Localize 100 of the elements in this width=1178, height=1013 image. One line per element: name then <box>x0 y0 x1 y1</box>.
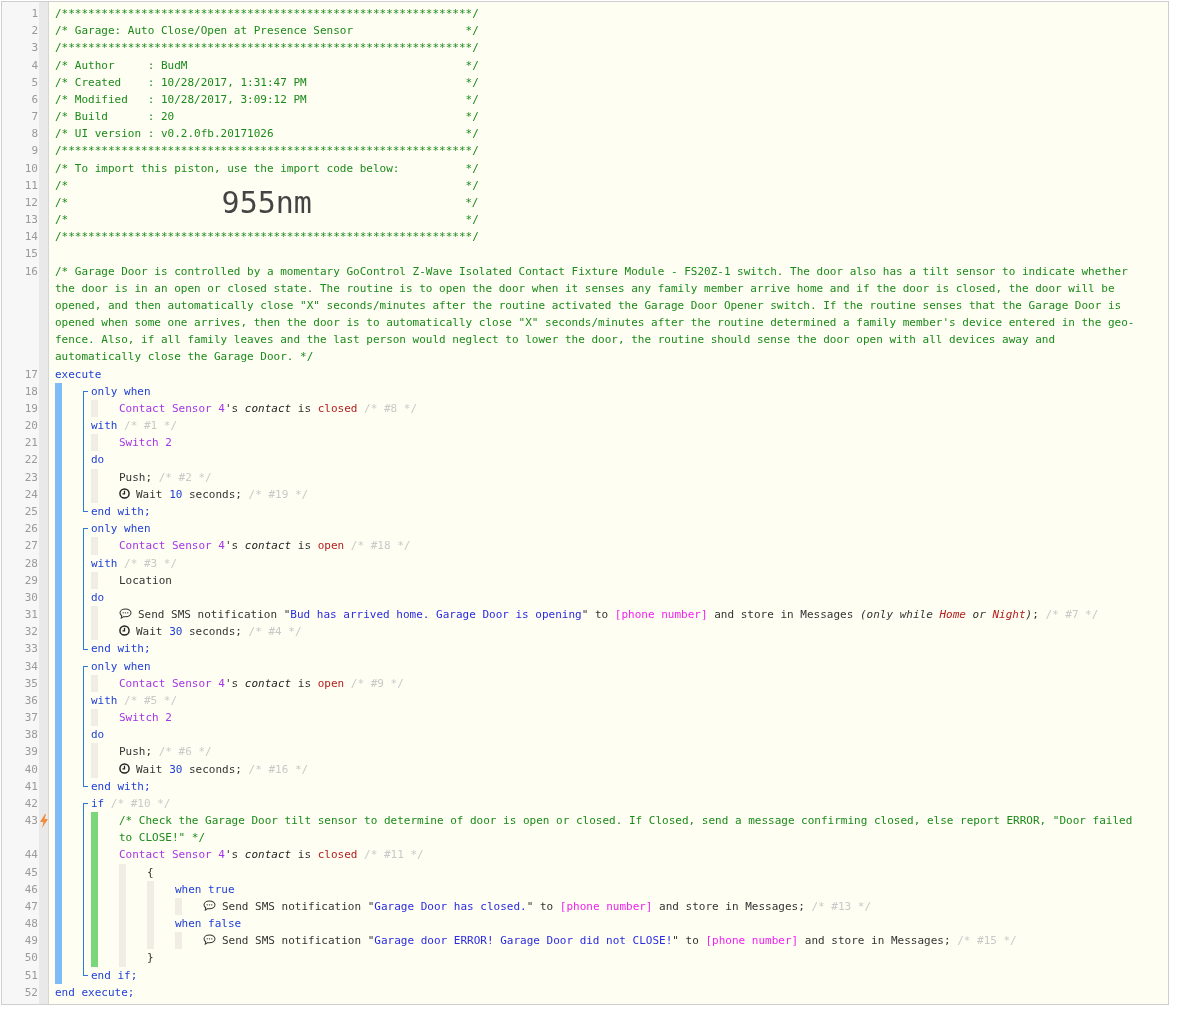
device-name: Contact Sensor 4 <box>119 401 225 415</box>
attribute-name: contact <box>244 539 292 553</box>
speech-bubble-icon <box>119 608 132 619</box>
comment-text: /* <box>55 195 69 209</box>
line-number: 3 <box>30 40 38 57</box>
keyword: do <box>91 590 105 604</box>
line-number: 4 <box>30 57 38 74</box>
comment-text: /**************************************************************/ <box>55 230 479 244</box>
line-number: 48 <box>23 916 38 933</box>
keyword: if <box>91 796 105 810</box>
code-text: is <box>296 401 313 415</box>
line-number: 11 <box>23 177 38 194</box>
number-value: 30 <box>169 762 183 776</box>
line-number: 40 <box>23 761 38 778</box>
line-number: 14 <box>23 229 38 246</box>
keyword: end with; <box>91 779 151 793</box>
line-number: 27 <box>23 538 38 555</box>
clock-icon <box>119 762 130 774</box>
line-number: 7 <box>30 109 38 126</box>
speech-bubble-icon <box>203 934 216 946</box>
line-number: 45 <box>23 864 38 881</box>
device-name: Switch 2 <box>119 711 172 725</box>
code-text: } <box>147 951 154 965</box>
comment-text: /* */ <box>55 213 479 227</box>
line-number: 12 <box>23 194 38 211</box>
device-name: Contact Sensor 4 <box>119 848 225 862</box>
number-value: 10 <box>169 487 183 501</box>
code-text: " to <box>581 608 610 621</box>
attribute-name: contact <box>244 401 292 415</box>
variable-name: [phone number] <box>705 934 799 948</box>
keyword: with <box>91 556 118 570</box>
code-text: seconds; <box>188 625 242 639</box>
line-number: 18 <box>23 383 38 400</box>
line-number: 15 <box>23 246 38 263</box>
line-number: 5 <box>30 74 38 91</box>
keyword: only when <box>91 659 151 673</box>
variable-name: [phone number] <box>614 608 708 621</box>
code-text: " to <box>526 899 555 913</box>
condition-text: ) <box>1025 608 1033 621</box>
comment-text: /* */ <box>55 178 479 192</box>
string-literal: Garage Door has closed. <box>374 899 527 913</box>
keyword: when true <box>175 882 235 896</box>
string-literal: Bud has arrived home. Garage Door is opening <box>290 608 582 621</box>
code-text: and store in Messages <box>713 608 855 621</box>
line-number: 1 <box>30 6 38 22</box>
keyword: only when <box>91 384 151 398</box>
line-number: 52 <box>23 984 38 1001</box>
code-text: Send SMS notification " <box>222 934 375 948</box>
keyword: end execute; <box>55 985 135 999</box>
comment-text: /**************************************************************/ <box>55 144 479 158</box>
code-text: seconds; <box>188 487 242 501</box>
lightning-icon <box>39 814 48 829</box>
code-text: Send SMS notification " <box>222 899 375 913</box>
comment-text: /* To import this piston, use the import code below: */ <box>55 161 479 175</box>
line-number: 6 <box>30 91 38 108</box>
device-name: Contact Sensor 4 <box>119 539 225 553</box>
value-text: closed <box>317 401 358 415</box>
number-value: 30 <box>169 625 183 639</box>
line-number: 47 <box>23 898 38 915</box>
line-number: 25 <box>23 504 38 520</box>
code-text: Wait <box>136 625 164 639</box>
attribute-name: contact <box>244 676 292 690</box>
code-text: Push; <box>119 745 153 759</box>
keyword: only when <box>91 522 151 536</box>
line-number: 2 <box>30 23 38 40</box>
comment-text: /* Garage: Auto Close/Open at Presence Sensor */ <box>55 24 479 38</box>
clock-icon <box>119 487 130 499</box>
line-number: 41 <box>23 778 38 795</box>
code-text: is <box>296 676 313 690</box>
line-number: 9 <box>30 143 38 160</box>
keyword: end if; <box>91 968 138 982</box>
line-number: 23 <box>23 469 38 486</box>
comment-text: /**************************************************************/ <box>55 7 479 20</box>
code-text: 's <box>224 401 240 415</box>
code-text: { <box>147 865 154 879</box>
condition-value: Home <box>939 608 966 621</box>
keyword: with <box>91 419 118 433</box>
line-number: 35 <box>23 675 38 692</box>
line-number: 31 <box>23 607 38 623</box>
line-number: 13 <box>23 212 38 229</box>
line-number: 16 <box>23 263 38 280</box>
string-literal: Garage door ERROR! Garage Door did not CLOSE! <box>374 934 673 948</box>
code-text: " to <box>672 934 700 948</box>
line-number: 50 <box>23 950 38 967</box>
comment-text: /* Author : BudM */ <box>55 58 479 72</box>
keyword: when false <box>175 917 242 931</box>
comment-text: /* Created : 10/28/2017, 1:31:47 PM */ <box>55 75 479 89</box>
line-number: 29 <box>23 572 38 589</box>
keyword: with <box>91 693 118 707</box>
comment-text: /* Garage Door is controlled by a momentary GoControl Z-Wave Isolated Contact Fixture Module - FS20Z-1 switch. The door also has a tilt sensor to indicate whether the door is in an open or closed state. The routine is to open the door when it senses any family member arrive home and if the door is closed, the door will be opened, and then automatically close "X" seconds/minutes after the routine activated the Garage Door Opener switch. If the routine senses that the Garage Door is opened when some one arrives, then the door is to automatically close "X" seconds/minutes after the routine determined a family member's device entered in the geo-fence. Also, if all family leaves and the last person would neglect to lower the door, the routine should sense the door open with all devices away and automatically close the Garage Door. */ <box>55 264 1135 364</box>
line-number: 36 <box>23 692 38 709</box>
device-name: Switch 2 <box>119 436 172 450</box>
line-number: 46 <box>23 881 38 898</box>
code-text: is <box>296 539 313 553</box>
code-text: 's <box>224 848 240 862</box>
condition-text: or <box>971 608 987 621</box>
line-number: 34 <box>23 658 38 675</box>
line-number: 26 <box>23 521 38 538</box>
clock-icon <box>119 625 130 637</box>
code-text: 's <box>224 676 240 690</box>
